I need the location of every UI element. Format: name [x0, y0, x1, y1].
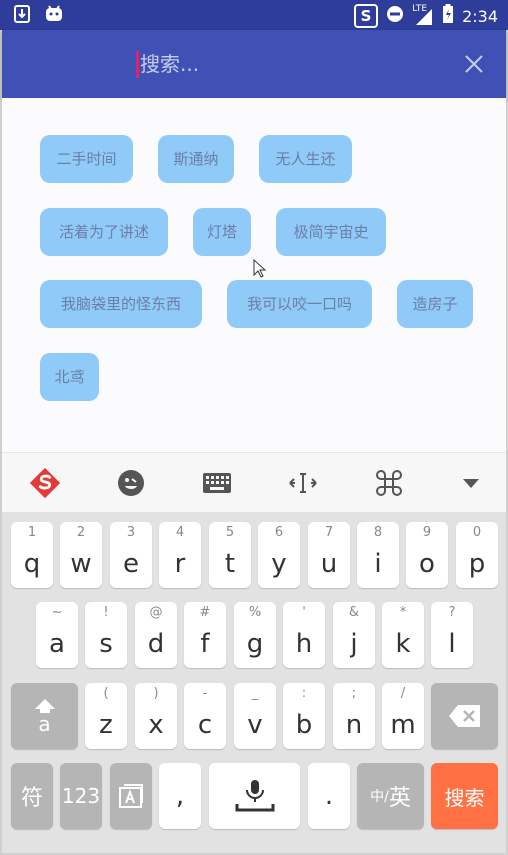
key-m[interactable]: / m — [382, 683, 424, 749]
switch-keyboard-key[interactable] — [110, 763, 152, 829]
tag-item[interactable]: 我脑袋里的怪东西 — [40, 280, 202, 328]
key-d[interactable]: @ d — [135, 602, 177, 668]
key-s[interactable]: ! s — [85, 602, 127, 668]
status-bar: S LTE 2:34 — [0, 0, 508, 30]
key-b[interactable]: :b — [283, 683, 325, 749]
search-input[interactable] — [136, 50, 440, 78]
comma-key[interactable]: , — [159, 763, 201, 829]
key-c[interactable]: -c — [184, 683, 226, 749]
collapse-keyboard-icon[interactable] — [454, 467, 488, 499]
sogou-badge-icon: S — [354, 4, 379, 28]
signal-icon: LTE — [412, 4, 434, 26]
key-f[interactable]: # f — [184, 602, 226, 668]
lang-small-label: 中/ — [370, 789, 389, 805]
shift-sub-label: a — [38, 712, 51, 736]
space-voice-key[interactable] — [209, 763, 300, 829]
download-icon — [14, 5, 30, 27]
tag-item[interactable]: 我可以咬一口吗 — [227, 280, 372, 328]
key-x[interactable]: ) x — [135, 683, 177, 749]
key-p[interactable]: 0p — [456, 522, 498, 588]
lang-large-label: 英 — [388, 786, 411, 811]
key-g[interactable]: % g — [234, 602, 276, 668]
key-i[interactable]: 8i — [357, 522, 399, 588]
key-r[interactable]: 4r — [159, 522, 201, 588]
tag-item[interactable]: 无人生还 — [259, 135, 352, 183]
key-t[interactable]: 5t — [209, 522, 251, 588]
period-key[interactable]: . — [308, 763, 350, 829]
backspace-icon — [448, 705, 480, 727]
command-icon[interactable] — [372, 467, 406, 499]
shift-key[interactable]: a — [11, 683, 78, 749]
do-not-disturb-icon — [386, 5, 404, 27]
key-k[interactable]: * k — [382, 602, 424, 668]
android-icon — [44, 5, 64, 27]
history-tags-area: 二手时间 斯通纳 无人生还 活着为了讲述 灯塔 极简宇宙史 我脑袋里的怪东西 我… — [2, 98, 506, 452]
language-switch-key[interactable]: 中/ 英 — [357, 763, 424, 829]
key-y[interactable]: 6y — [258, 522, 300, 588]
clock: 2:34 — [462, 6, 498, 26]
soft-keyboard: 1q 2w 3e 4r 5t 6y 7u 8i 9o 0p ~ a ! s @ d #… — [2, 512, 506, 853]
key-n[interactable]: ; n — [333, 683, 375, 749]
search-key[interactable]: 搜索 — [431, 763, 498, 829]
key-a[interactable]: ~ a — [36, 602, 78, 668]
tag-item[interactable]: 极简宇宙史 — [276, 208, 386, 256]
sogou-logo-icon[interactable] — [28, 467, 62, 499]
tag-item[interactable]: 斯通纳 — [158, 135, 234, 183]
tag-item[interactable]: 灯塔 — [193, 208, 251, 256]
key-v[interactable]: _ v — [234, 683, 276, 749]
key-z[interactable]: (z — [85, 683, 127, 749]
key-o[interactable]: 9o — [406, 522, 448, 588]
emoji-icon[interactable] — [114, 467, 148, 499]
key-j[interactable]: & j — [333, 602, 375, 668]
key-w[interactable]: 2w — [60, 522, 102, 588]
symbols-key[interactable]: 符 — [11, 763, 53, 829]
keyboard-switch-icon — [119, 784, 143, 808]
key-e[interactable]: 3e — [110, 522, 152, 588]
search-toolbar — [2, 30, 506, 98]
tag-item[interactable]: 二手时间 — [40, 135, 133, 183]
keyboard-toolbar — [2, 452, 506, 513]
close-icon[interactable] — [458, 48, 490, 80]
numbers-key[interactable]: 123 — [60, 763, 102, 829]
keyboard-icon[interactable] — [200, 467, 234, 499]
key-u[interactable]: 7u — [308, 522, 350, 588]
key-l[interactable]: ? l — [431, 602, 473, 668]
tag-item[interactable]: 活着为了讲述 — [40, 208, 168, 256]
key-h[interactable]: ' h — [283, 602, 325, 668]
backspace-key[interactable] — [431, 683, 498, 749]
key-q[interactable]: 1q — [11, 522, 53, 588]
mouse-pointer-icon — [253, 258, 267, 283]
battery-icon — [442, 4, 454, 28]
tag-item[interactable]: 造房子 — [397, 280, 473, 328]
microphone-icon — [235, 780, 274, 812]
cursor-move-icon[interactable] — [286, 467, 320, 499]
tag-item[interactable]: 北鸢 — [40, 353, 99, 401]
